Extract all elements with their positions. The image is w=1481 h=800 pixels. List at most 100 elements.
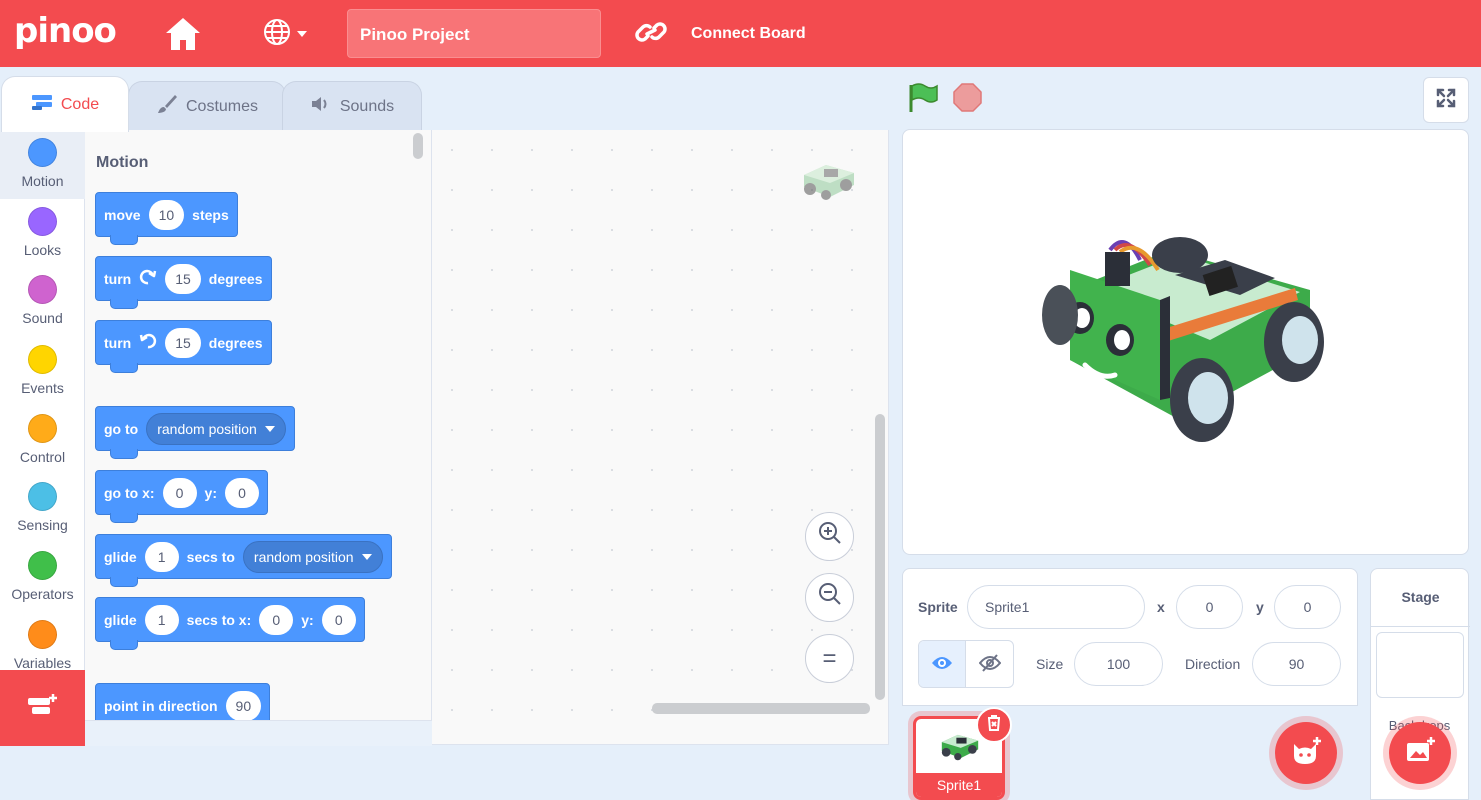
brush-icon [156, 93, 178, 120]
category-motion[interactable]: Motion [0, 130, 85, 199]
category-looks[interactable]: Looks [0, 199, 85, 268]
size-input[interactable]: 100 [1074, 642, 1163, 686]
category-label: Variables [13, 655, 72, 671]
pinoo-robot-sprite[interactable] [1030, 230, 1330, 450]
block-text: turn [104, 270, 132, 287]
category-sound[interactable]: Sound [0, 267, 85, 336]
category-events[interactable]: Events [0, 337, 85, 406]
events-color-dot [28, 345, 57, 374]
zoom-out-icon [817, 581, 843, 614]
pinoo-logo[interactable]: pinoo [14, 14, 117, 48]
eye-icon [931, 655, 953, 676]
green-flag-button[interactable] [907, 82, 939, 114]
secs-input[interactable]: 1 [144, 604, 179, 635]
block-palette[interactable]: Motion move 10 steps turn 15 degrees tur… [85, 130, 432, 720]
project-title-input[interactable]: Pinoo Project [347, 9, 601, 58]
add-backdrop-button[interactable] [1389, 722, 1451, 784]
home-icon[interactable] [164, 16, 202, 52]
block-text: steps [192, 206, 229, 223]
block-go-to-xy[interactable]: go to x: 0 y: 0 [95, 470, 268, 523]
x-input[interactable]: 0 [1176, 585, 1243, 629]
language-menu[interactable] [262, 18, 312, 50]
palette-category-title: Motion [96, 154, 149, 171]
sensing-color-dot [28, 482, 57, 511]
show-sprite-button[interactable] [919, 641, 967, 687]
eye-slash-icon [978, 653, 1001, 678]
category-label: Looks [23, 242, 62, 258]
code-icon [31, 93, 53, 116]
category-label: Sensing [17, 517, 68, 533]
y-input[interactable]: 0 [321, 604, 356, 635]
workspace-horizontal-scrollbar[interactable] [652, 703, 870, 714]
block-text: move [104, 206, 141, 223]
position-dropdown[interactable]: random position [146, 412, 286, 445]
connect-board-label: Connect Board [691, 25, 806, 42]
cat-plus-icon [1290, 736, 1322, 771]
position-dropdown[interactable]: random position [242, 540, 383, 573]
x-input[interactable]: 0 [162, 477, 197, 508]
add-extension-button[interactable] [0, 670, 85, 746]
tab-costumes-label: Costumes [185, 97, 259, 115]
steps-input[interactable]: 10 [148, 199, 185, 230]
motion-color-dot [28, 138, 57, 167]
block-turn-left[interactable]: turn 15 degrees [95, 320, 272, 373]
zoom-in-button[interactable] [805, 512, 854, 561]
sprite-label: Sprite [918, 599, 958, 615]
link-icon [633, 17, 669, 52]
category-operators[interactable]: Operators [0, 543, 85, 612]
category-label: Operators [11, 586, 74, 602]
add-sprite-button[interactable] [1275, 722, 1337, 784]
globe-icon [262, 17, 292, 52]
secs-input[interactable]: 1 [144, 541, 179, 572]
block-go-to[interactable]: go to random position [95, 406, 295, 459]
tab-code[interactable]: Code [1, 76, 129, 132]
category-control[interactable]: Control [0, 406, 85, 475]
direction-label: Direction [1185, 656, 1241, 672]
trash-icon [986, 714, 1002, 737]
block-text: turn [104, 334, 132, 351]
y-input[interactable]: 0 [1274, 585, 1341, 629]
degrees-input[interactable]: 15 [165, 263, 201, 294]
degrees-input[interactable]: 15 [165, 327, 201, 358]
category-label: Control [19, 449, 66, 465]
fullscreen-button[interactable] [1423, 77, 1469, 123]
tab-costumes[interactable]: Costumes [128, 81, 286, 131]
block-glide-to-xy[interactable]: glide 1 secs to x: 0 y: 0 [95, 597, 365, 650]
zoom-out-button[interactable] [805, 573, 854, 622]
menu-bar: pinoo Pinoo Project Connect Board [0, 0, 1481, 67]
block-glide-to[interactable]: glide 1 secs to random position [95, 534, 392, 587]
hide-sprite-button[interactable] [966, 641, 1013, 687]
sprite-name-input[interactable]: Sprite1 [967, 585, 1145, 629]
category-label: Sound [22, 310, 63, 326]
stop-button[interactable] [953, 83, 982, 112]
x-input[interactable]: 0 [259, 604, 294, 635]
block-text: secs to [186, 548, 235, 565]
palette-scrollbar[interactable] [413, 133, 423, 159]
zoom-reset-button[interactable]: = [805, 634, 854, 683]
delete-sprite-button[interactable] [976, 707, 1012, 743]
block-text: go to x: [104, 484, 155, 501]
direction-input[interactable]: 90 [1252, 642, 1341, 686]
y-input[interactable]: 0 [225, 477, 259, 508]
add-extension-icon [26, 692, 60, 725]
block-turn-right[interactable]: turn 15 degrees [95, 256, 272, 309]
workspace-vertical-scrollbar[interactable] [875, 414, 885, 700]
stage-thumbnail[interactable] [1376, 632, 1464, 698]
connect-board-button[interactable]: Connect Board [633, 16, 806, 52]
direction-input[interactable]: 90 [225, 690, 262, 720]
zoom-in-icon [817, 520, 843, 553]
operators-color-dot [28, 551, 57, 580]
workspace-sprite-thumbnail [796, 155, 862, 203]
tab-sounds[interactable]: Sounds [282, 81, 422, 131]
y-label: y [1256, 599, 1264, 615]
sound-color-dot [28, 275, 57, 304]
sprite-tile-name: Sprite1 [916, 773, 1002, 797]
block-text: secs to x: [186, 611, 252, 628]
category-sensing[interactable]: Sensing [0, 474, 85, 543]
size-label: Size [1036, 656, 1064, 672]
control-color-dot [28, 414, 57, 443]
looks-color-dot [28, 207, 57, 236]
block-move-steps[interactable]: move 10 steps [95, 192, 238, 245]
block-point-direction[interactable]: point in direction 90 [95, 683, 271, 720]
dropdown-value: random position [253, 548, 354, 565]
